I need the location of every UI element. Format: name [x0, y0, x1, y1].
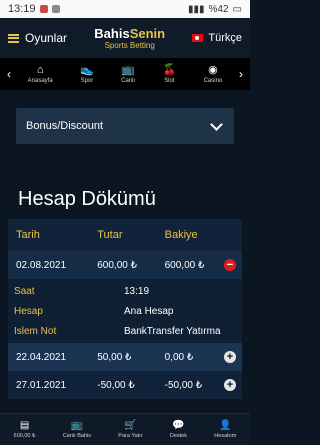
- detail-account: Hesap Ana Hesap: [8, 301, 242, 321]
- live-bet-icon: 📺: [70, 420, 84, 431]
- row-date: 22.04.2021: [16, 351, 67, 363]
- category-label: Spor: [80, 78, 94, 84]
- balance-icon: ▤: [19, 420, 30, 431]
- table-row[interactable]: 27.01.2021 -50,00 ₺ -50,00 ₺ +: [8, 371, 242, 399]
- signal-icon: ▮▮▮: [188, 3, 205, 15]
- category-live[interactable]: 📺 Canlı: [121, 64, 135, 84]
- category-slot[interactable]: 🍒 Slot: [163, 64, 177, 84]
- scroll-left-icon[interactable]: ‹: [4, 67, 14, 81]
- row-detail-panel: Saat 13:19 Hesap Ana Hesap Islem Not Ban…: [8, 279, 242, 343]
- bonus-discount-dropdown[interactable]: Bonus/Discount: [16, 108, 234, 144]
- nav-support[interactable]: 💬 Destek: [170, 420, 187, 439]
- category-home[interactable]: ⌂ Anasayfa: [28, 64, 53, 84]
- row-date: 02.08.2021: [16, 259, 67, 271]
- notification-icon: [39, 5, 48, 13]
- nav-label: Hesabım: [214, 433, 237, 439]
- shoe-icon: 👟: [80, 64, 94, 76]
- nav-label: Canlı Bahis: [62, 433, 91, 439]
- brand-name-part1: Bahis: [94, 25, 130, 41]
- notification-icon-2: [51, 5, 60, 13]
- nav-live-bet[interactable]: 📺 Canlı Bahis: [63, 420, 91, 439]
- detail-time: Saat 13:19: [8, 281, 242, 301]
- status-time: 13:19: [8, 3, 36, 15]
- detail-label: Saat: [14, 285, 35, 297]
- detail-value: BankTransfer Yatırma: [124, 325, 221, 337]
- battery-icon: ▭: [232, 3, 242, 15]
- detail-value: 13:19: [124, 285, 150, 297]
- category-label: Slot: [164, 78, 175, 84]
- chevron-down-icon: [210, 117, 223, 131]
- row-amount: -50,00 ₺: [97, 379, 135, 391]
- table-row[interactable]: 22.04.2021 50,00 ₺ 0,00 ₺ +: [8, 343, 242, 371]
- header-amount: Tutar: [97, 229, 123, 241]
- language-selector[interactable]: Türkçe: [192, 32, 242, 44]
- category-label: Canlı: [121, 78, 136, 84]
- category-sports[interactable]: 👟 Spor: [80, 64, 94, 84]
- turkey-flag-icon: [192, 34, 204, 42]
- hamburger-icon: [8, 33, 19, 43]
- account-statement-table: Tarih Tutar Bakiye 02.08.2021 600,00 ₺ 6…: [8, 219, 242, 399]
- nav-balance[interactable]: ▤ 600,00 ₺: [14, 420, 36, 439]
- row-amount: 50,00 ₺: [97, 351, 132, 363]
- category-label: Casino: [203, 78, 223, 84]
- tv-icon: 📺: [121, 64, 135, 76]
- header-balance: Bakiye: [164, 229, 198, 241]
- header-date: Tarih: [16, 229, 40, 241]
- collapse-icon[interactable]: −: [224, 259, 236, 271]
- cherries-icon: 🍒: [162, 64, 177, 76]
- nav-deposit[interactable]: 🛒 Para Yatır: [118, 420, 142, 439]
- detail-label: Islem Not: [14, 325, 57, 337]
- brand-logo[interactable]: BahisSenin Sports Betting: [94, 27, 165, 50]
- detail-note: Islem Not BankTransfer Yatırma: [8, 321, 242, 341]
- status-bar: 13:19 ▮▮▮ %42 ▭: [0, 0, 250, 18]
- home-icon: ⌂: [36, 64, 44, 76]
- nav-label: Para Yatır: [118, 433, 143, 439]
- category-casino[interactable]: ◉ Casino: [204, 64, 223, 84]
- brand-name-part2: Senin: [129, 25, 166, 41]
- cart-icon: 🛒: [124, 420, 137, 431]
- chip-icon: ◉: [208, 64, 218, 76]
- app-header: Oyunlar BahisSenin Sports Betting Türkçe: [0, 18, 250, 58]
- language-label: Türkçe: [208, 32, 242, 44]
- row-amount: 600,00 ₺: [97, 259, 137, 271]
- battery-level: %42: [208, 3, 229, 15]
- detail-label: Hesap: [14, 305, 43, 317]
- user-icon: 👤: [219, 420, 232, 431]
- page-title: Hesap Dökümü: [18, 188, 156, 210]
- table-row[interactable]: 02.08.2021 600,00 ₺ 600,00 ₺ −: [8, 251, 242, 279]
- games-menu-label: Oyunlar: [25, 31, 68, 45]
- nav-label: Destek: [169, 433, 187, 439]
- expand-icon[interactable]: +: [224, 379, 236, 391]
- brand-subtitle: Sports Betting: [104, 40, 155, 50]
- nav-account[interactable]: 👤 Hesabım: [214, 420, 236, 439]
- category-label: Anasayfa: [27, 78, 53, 84]
- chat-icon: 💬: [172, 420, 185, 431]
- category-bar: ‹ ⌂ Anasayfa 👟 Spor 📺 Canlı 🍒 Slot ◉ Cas…: [0, 58, 250, 90]
- games-menu-button[interactable]: Oyunlar: [8, 31, 67, 45]
- scroll-right-icon[interactable]: ›: [236, 67, 246, 81]
- nav-label: 600,00 ₺: [13, 433, 36, 439]
- expand-icon[interactable]: +: [224, 351, 236, 363]
- row-date: 27.01.2021: [16, 379, 67, 391]
- detail-value: Ana Hesap: [124, 305, 174, 317]
- table-header: Tarih Tutar Bakiye: [8, 219, 242, 251]
- bottom-nav: ▤ 600,00 ₺ 📺 Canlı Bahis 🛒 Para Yatır 💬 …: [0, 413, 250, 445]
- bonus-dropdown-label: Bonus/Discount: [26, 120, 104, 132]
